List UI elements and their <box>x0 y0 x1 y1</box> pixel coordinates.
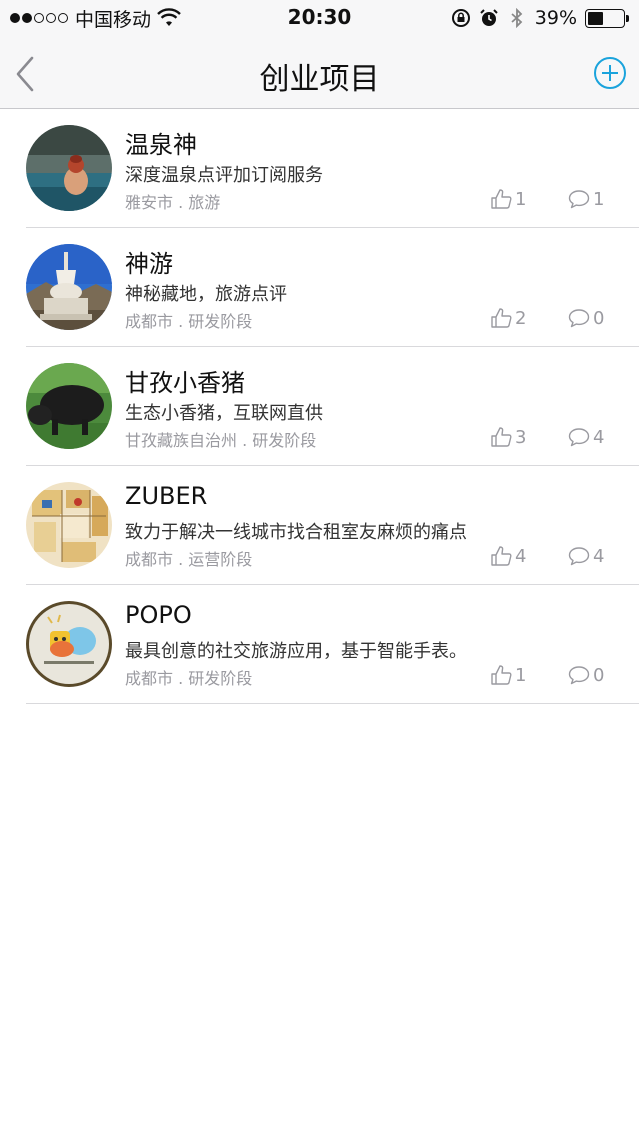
status-right: 39% <box>451 6 629 30</box>
project-item[interactable]: 神游 神秘藏地，旅游点评 成都市 . 研发阶段 2 0 <box>0 228 639 347</box>
stupa-photo <box>26 244 112 330</box>
like-button[interactable]: 1 <box>490 663 526 687</box>
like-count: 1 <box>515 664 527 686</box>
comment-bubble-icon <box>568 547 590 566</box>
bluetooth-icon <box>511 8 523 28</box>
project-meta: 甘孜藏族自治州 . 研发阶段 <box>125 431 317 450</box>
comment-count: 1 <box>593 188 605 210</box>
alarm-icon <box>480 9 498 26</box>
project-description: 神秘藏地，旅游点评 <box>125 284 287 305</box>
battery-icon <box>585 8 629 28</box>
comment-bubble-icon <box>568 666 590 685</box>
thumbs-up-icon <box>491 546 512 566</box>
thumbs-up-icon <box>491 308 512 328</box>
project-list: 温泉神 深度温泉点评加订阅服务 雅安市 . 旅游 1 1 神游 神秘藏地，旅游点… <box>0 109 639 704</box>
popo-logo <box>26 601 112 687</box>
like-button[interactable]: 4 <box>490 544 526 568</box>
project-avatar <box>26 482 112 568</box>
like-count: 3 <box>515 426 527 448</box>
project-avatar <box>26 363 112 449</box>
thumbs-up-icon <box>491 665 512 685</box>
project-avatar <box>26 244 112 330</box>
pig-photo <box>26 363 112 449</box>
comment-count: 4 <box>593 426 605 448</box>
comment-button[interactable]: 0 <box>568 306 604 330</box>
comment-button[interactable]: 1 <box>568 187 604 211</box>
like-count: 4 <box>515 545 527 567</box>
project-description: 致力于解决一线城市找合租室友麻烦的痛点 <box>125 522 467 543</box>
thumbs-up-icon <box>491 189 512 209</box>
project-name: 神游 <box>125 250 173 278</box>
like-button[interactable]: 1 <box>490 187 526 211</box>
project-meta: 成都市 . 研发阶段 <box>125 312 253 331</box>
project-item[interactable]: 温泉神 深度温泉点评加订阅服务 雅安市 . 旅游 1 1 <box>0 109 639 228</box>
rotation-lock-icon <box>451 9 470 27</box>
comment-count: 0 <box>593 664 605 686</box>
comment-button[interactable]: 0 <box>568 663 604 687</box>
comment-count: 4 <box>593 545 605 567</box>
comment-bubble-icon <box>568 428 590 447</box>
project-avatar <box>26 125 112 211</box>
like-button[interactable]: 2 <box>490 306 526 330</box>
project-item[interactable]: 甘孜小香猪 生态小香猪，互联网直供 甘孜藏族自治州 . 研发阶段 3 4 <box>0 347 639 466</box>
comment-bubble-icon <box>568 309 590 328</box>
project-description: 生态小香猪，互联网直供 <box>125 403 323 424</box>
battery-level <box>588 11 603 25</box>
project-item[interactable]: POPO 最具创意的社交旅游应用，基于智能手表。 成都市 . 研发阶段 1 0 <box>0 585 639 704</box>
hot-spring-photo <box>26 125 112 211</box>
comment-button[interactable]: 4 <box>568 544 604 568</box>
project-avatar <box>26 601 112 687</box>
comment-count: 0 <box>593 307 605 329</box>
project-name: POPO <box>125 601 192 629</box>
project-meta: 成都市 . 研发阶段 <box>125 669 253 688</box>
like-button[interactable]: 3 <box>490 425 526 449</box>
project-name: ZUBER <box>125 482 208 510</box>
project-description: 最具创意的社交旅游应用，基于智能手表。 <box>125 641 467 662</box>
like-count: 1 <box>515 188 527 210</box>
project-item[interactable]: ZUBER 致力于解决一线城市找合租室友麻烦的痛点 成都市 . 运营阶段 4 4 <box>0 466 639 585</box>
comment-bubble-icon <box>568 190 590 209</box>
floorplan-logo <box>26 482 112 568</box>
project-meta: 成都市 . 运营阶段 <box>125 550 253 569</box>
project-name: 温泉神 <box>125 131 197 159</box>
project-description: 深度温泉点评加订阅服务 <box>125 165 323 186</box>
navigation-bar: 创业项目 <box>0 38 639 109</box>
project-name: 甘孜小香猪 <box>125 369 245 397</box>
status-bar: 中国移动 20:30 39% <box>0 0 639 38</box>
page-title: 创业项目 <box>259 62 380 97</box>
like-count: 2 <box>515 307 527 329</box>
project-meta: 雅安市 . 旅游 <box>125 193 221 212</box>
battery-percent: 39% <box>534 7 577 29</box>
add-project-button[interactable] <box>593 56 627 90</box>
comment-button[interactable]: 4 <box>568 425 604 449</box>
thumbs-up-icon <box>491 427 512 447</box>
